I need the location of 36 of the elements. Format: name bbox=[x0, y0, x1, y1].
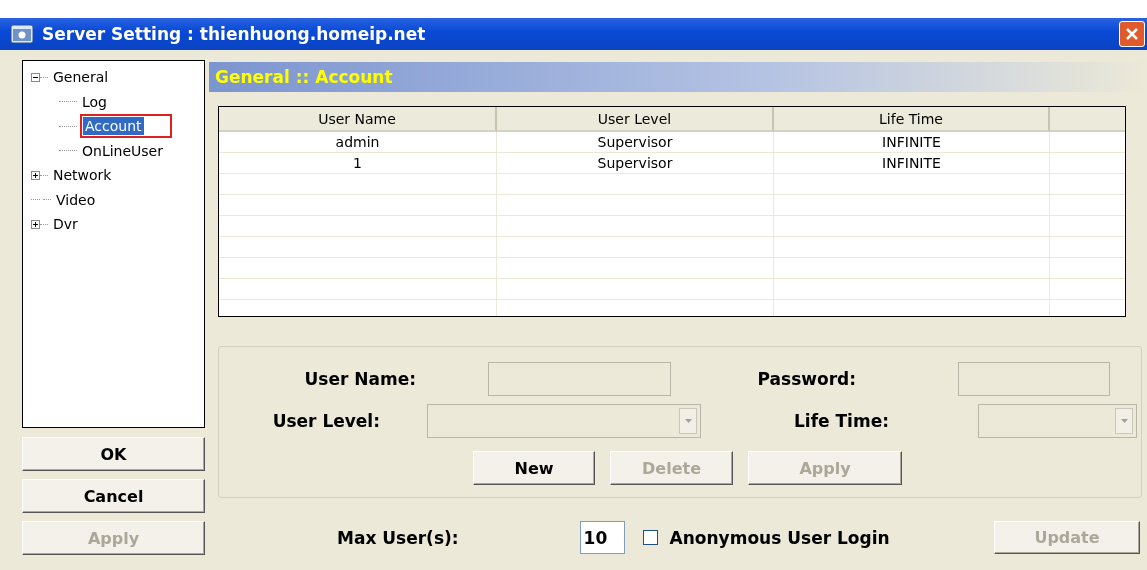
tree-item[interactable]: General bbox=[51, 68, 111, 87]
close-icon bbox=[1125, 27, 1139, 41]
table-cell: Supervisor bbox=[497, 153, 774, 173]
field-label: Life Time: bbox=[793, 411, 889, 431]
dialog-button[interactable]: Cancel bbox=[22, 479, 205, 513]
table-cell: 1 bbox=[219, 153, 497, 173]
checkbox-label[interactable]: Anonymous User Login bbox=[669, 527, 890, 548]
field-label: User Name: bbox=[303, 369, 416, 389]
tree-item[interactable]: Log bbox=[80, 92, 109, 111]
field-label: Max User(s): bbox=[337, 527, 459, 548]
field-label: Password: bbox=[756, 369, 856, 389]
table-cell: INFINITE bbox=[774, 153, 1050, 173]
input-field[interactable]: 10 bbox=[579, 521, 625, 554]
table-cell: admin bbox=[219, 132, 497, 152]
window-icon bbox=[10, 24, 34, 44]
tree-item[interactable]: Video bbox=[54, 190, 98, 209]
tree-item[interactable]: OnLineUser bbox=[80, 141, 165, 160]
expander-icon[interactable] bbox=[31, 72, 40, 82]
column-header[interactable]: User Level bbox=[497, 107, 774, 132]
expander-icon[interactable] bbox=[31, 219, 40, 229]
caret-icon bbox=[679, 408, 697, 434]
tree-item[interactable]: Network bbox=[51, 166, 114, 185]
caret-icon bbox=[1115, 408, 1133, 434]
close-button[interactable] bbox=[1119, 21, 1145, 47]
checkbox[interactable] bbox=[642, 530, 658, 545]
dialog-button[interactable]: OK bbox=[22, 437, 205, 471]
expander-icon[interactable] bbox=[31, 170, 40, 180]
field-label: User Level: bbox=[271, 411, 380, 431]
tree-item[interactable]: Dvr bbox=[51, 215, 80, 234]
tree-item[interactable]: Account bbox=[83, 117, 144, 136]
column-header[interactable]: Life Time bbox=[774, 107, 1050, 132]
table-cell: INFINITE bbox=[774, 132, 1050, 152]
table-cell: Supervisor bbox=[497, 132, 774, 152]
window-title: Server Setting : thienhuong.homeip.net bbox=[42, 24, 426, 44]
column-header[interactable]: User Name bbox=[219, 107, 497, 132]
form-button[interactable]: New bbox=[473, 451, 595, 485]
